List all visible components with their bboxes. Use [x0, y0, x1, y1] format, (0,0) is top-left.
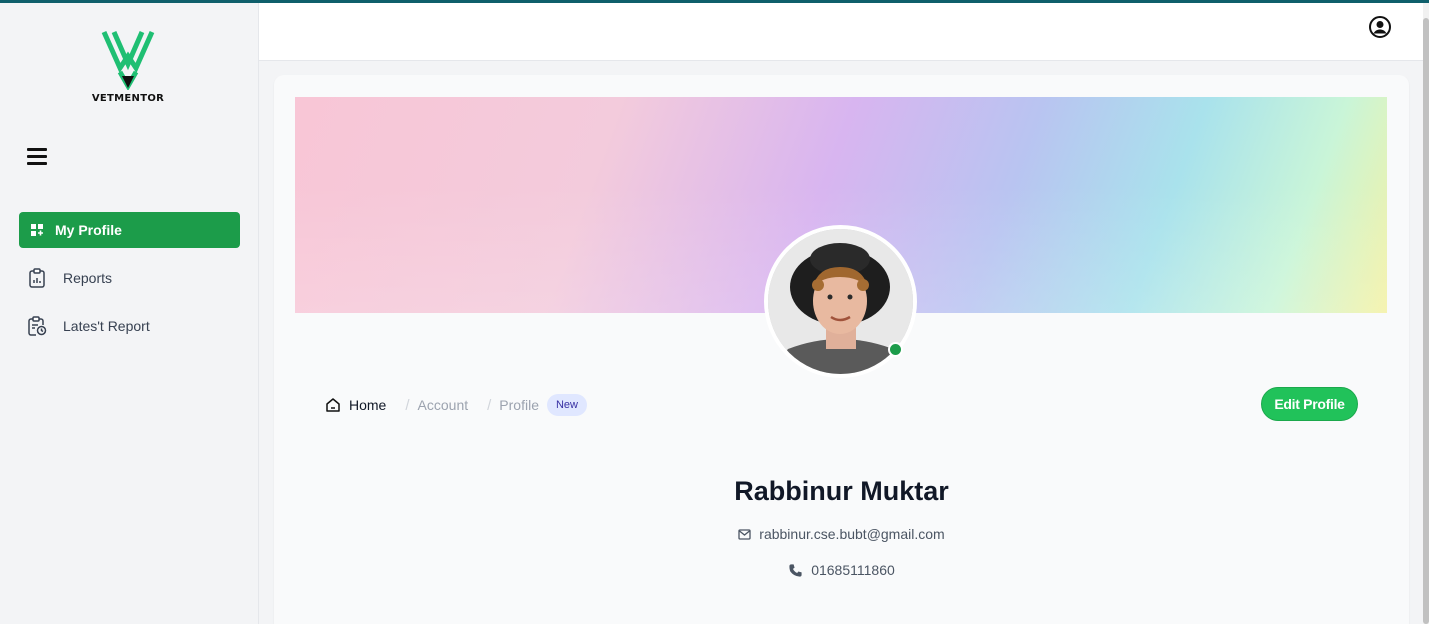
new-badge: New	[546, 394, 587, 416]
breadcrumb-account[interactable]: Account	[418, 397, 469, 413]
breadcrumb-separator: /	[487, 396, 492, 414]
breadcrumb-profile[interactable]: Profile	[499, 397, 539, 413]
edit-profile-button[interactable]: Edit Profile	[1261, 387, 1358, 421]
sidebar-nav: My Profile Reports Lates't Report	[19, 212, 240, 356]
phone-icon	[789, 563, 802, 577]
hamburger-icon[interactable]	[27, 148, 47, 166]
email-text: rabbinur.cse.bubt@gmail.com	[759, 526, 945, 542]
dashboard-icon	[27, 220, 47, 240]
breadcrumb-home[interactable]: Home	[325, 397, 386, 413]
profile-email: rabbinur.cse.bubt@gmail.com	[274, 526, 1409, 542]
user-circle-icon[interactable]	[1369, 16, 1391, 38]
phone-text: 01685111860	[811, 562, 895, 578]
profile-card: Home / Account / Profile New Edit Profil…	[274, 75, 1409, 624]
top-header	[259, 3, 1423, 61]
brand-name: VETMENTOR	[91, 93, 165, 104]
mail-icon	[738, 528, 751, 540]
breadcrumb-separator: /	[405, 396, 410, 414]
sidebar-item-reports[interactable]: Reports	[19, 260, 240, 296]
sidebar-item-label: Reports	[63, 270, 113, 286]
page-scrollbar[interactable]	[1423, 3, 1429, 624]
sidebar-item-latest-report[interactable]: Lates't Report	[19, 308, 240, 344]
profile-name: Rabbinur Muktar	[734, 476, 949, 506]
breadcrumb: Home / Account / Profile New	[325, 393, 587, 417]
brand-logo[interactable]: VETMENTOR	[88, 28, 168, 104]
vetmentor-logo-icon	[101, 30, 155, 90]
sidebar: VETMENTOR My Profile Reports Lates't Rep…	[0, 3, 259, 624]
breadcrumb-home-label: Home	[349, 397, 387, 413]
online-status-dot	[888, 342, 903, 357]
sidebar-item-label: Lates't Report	[63, 318, 150, 334]
clipboard-chart-icon	[27, 268, 47, 288]
scrollbar-thumb[interactable]	[1423, 18, 1429, 624]
home-icon	[326, 398, 340, 412]
clipboard-clock-icon	[27, 316, 47, 336]
sidebar-item-my-profile[interactable]: My Profile	[19, 212, 240, 248]
sidebar-item-label: My Profile	[55, 222, 122, 238]
profile-phone: 01685111860	[274, 562, 1409, 578]
